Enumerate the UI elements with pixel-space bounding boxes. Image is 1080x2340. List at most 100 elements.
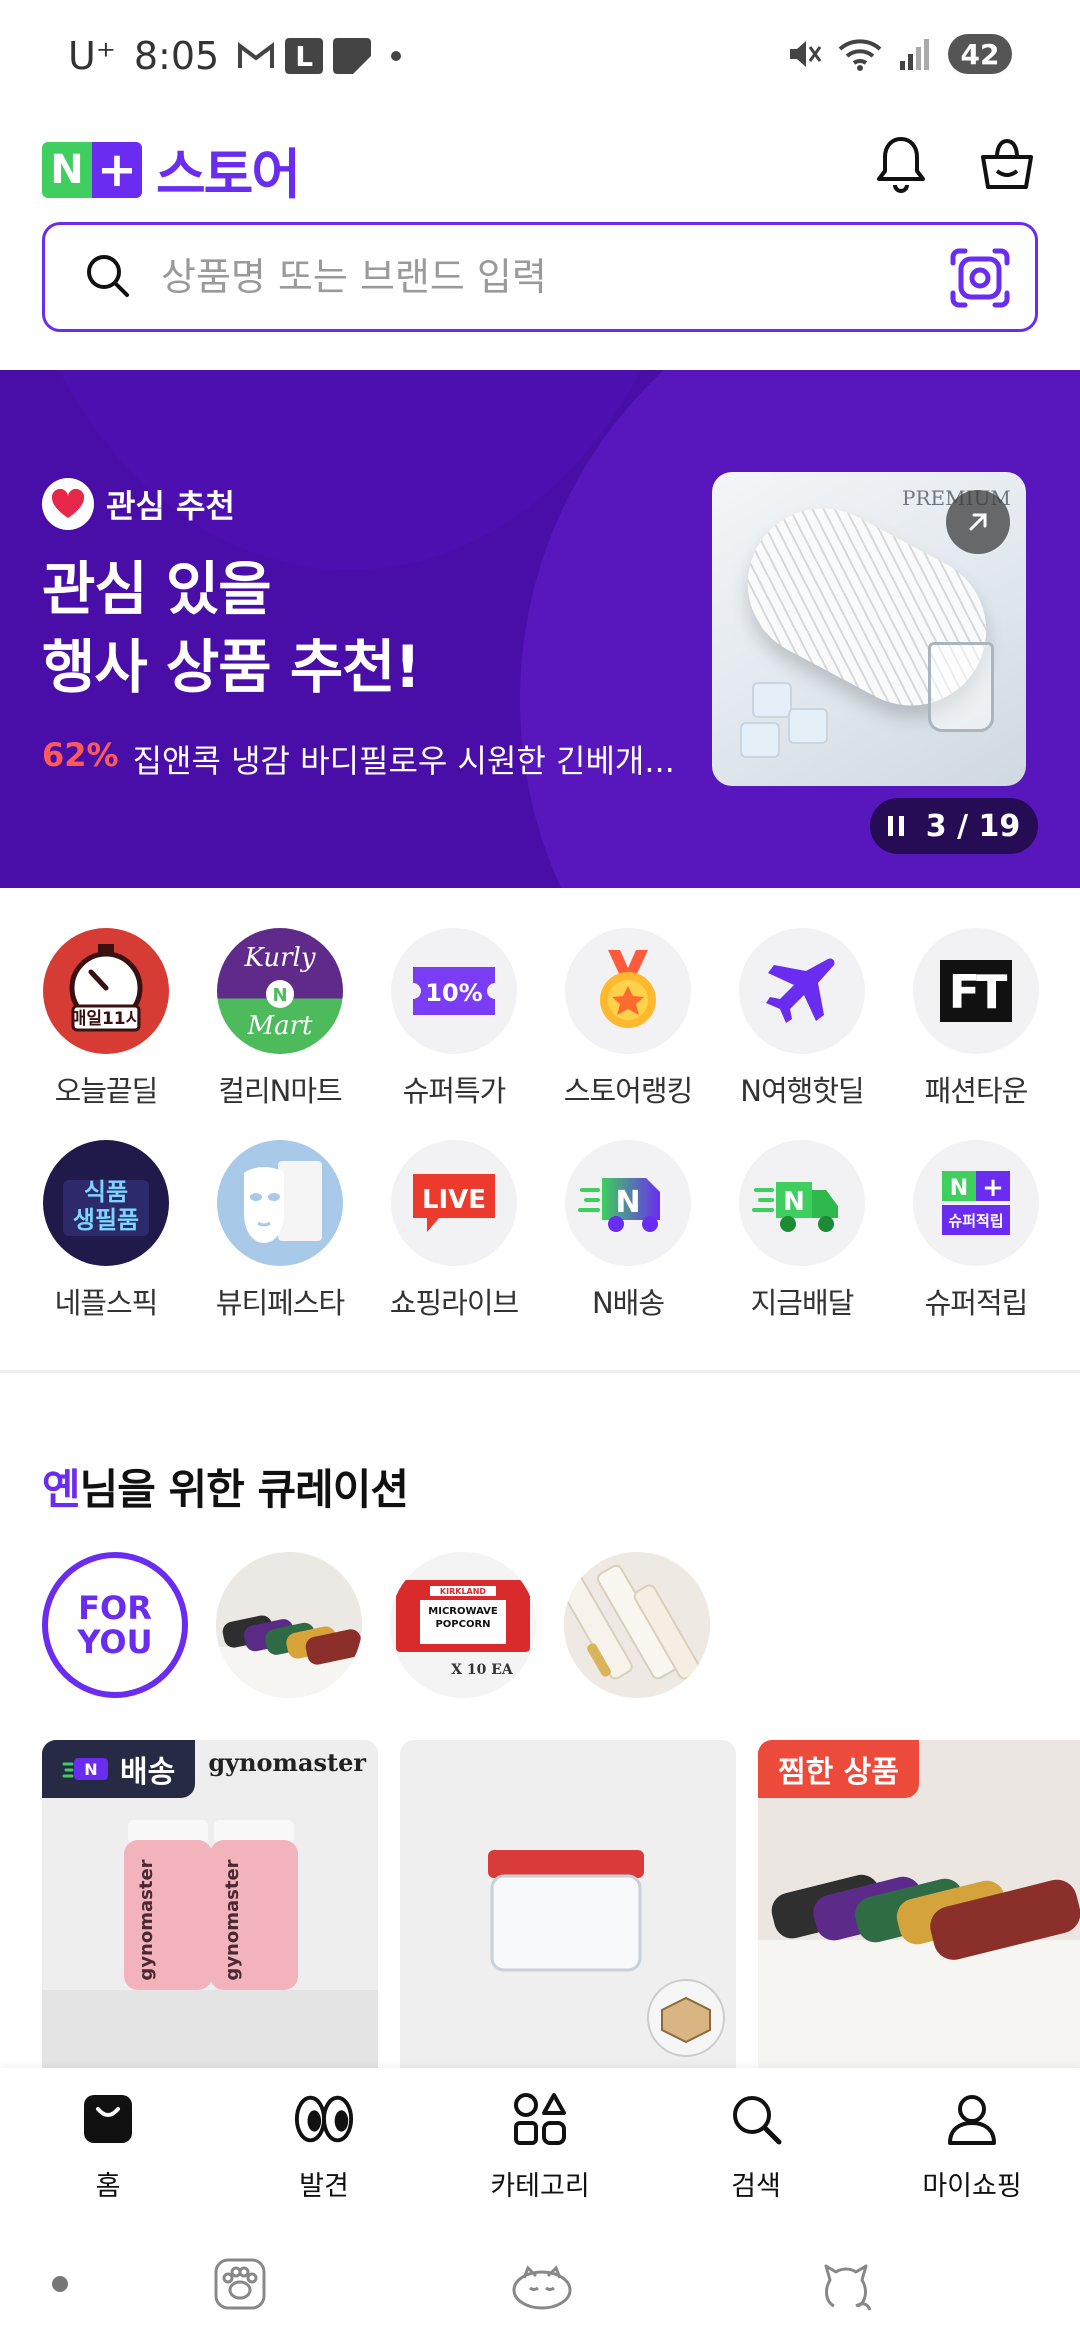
nplus-store-logo[interactable]: N + 스토어 xyxy=(42,130,301,209)
banner-tag: 관심 추천 xyxy=(42,478,235,530)
search-bar[interactable] xyxy=(42,222,1038,332)
banner-tag-label: 관심 추천 xyxy=(106,487,235,525)
cart-button[interactable] xyxy=(972,128,1042,198)
coupon-text: 10% xyxy=(425,979,482,1007)
shortcut-super-sale[interactable]: 10% 슈퍼특가 xyxy=(364,928,544,1110)
search-icon xyxy=(87,255,129,297)
kurly-text: Kurly xyxy=(243,943,315,973)
shortcut-label: 지금배달 xyxy=(750,1286,855,1320)
curation-filters: FOR YOU KIRKLAND MICROWAVE POPCORN X 10 EA xyxy=(42,1552,710,1698)
n-delivery-truck-icon: N xyxy=(565,1140,691,1266)
arrow-up-right-icon xyxy=(969,513,987,531)
nav-label: 발견 xyxy=(299,2171,349,2202)
camera-lens-search-icon[interactable] xyxy=(949,247,1011,309)
logo-n: N xyxy=(42,141,92,198)
shortcut-now-delivery[interactable]: N 지금배달 xyxy=(712,1140,892,1322)
badge-n-text: N xyxy=(84,1760,97,1779)
ice-cube xyxy=(788,708,828,744)
bottom-navigation: 홈 발견 카테고리 검색 마이쇼핑 xyxy=(0,2068,1080,2230)
banner-open-button[interactable] xyxy=(946,490,1010,554)
shortcut-beauty-festa[interactable]: 뷰티페스타 xyxy=(190,1140,370,1322)
kurly-mart-icon: Kurly N Mart xyxy=(217,928,343,1054)
popcorn-text: POPCORN xyxy=(435,1619,490,1630)
shortcut-super-points[interactable]: N + 슈퍼적립 슈퍼적립 xyxy=(886,1140,1066,1322)
nav-label: 마이쇼핑 xyxy=(922,2171,1022,2202)
alarm-clock-icon: 매일11시 xyxy=(43,928,169,1054)
cat-back-icon[interactable] xyxy=(816,2252,876,2312)
shopping-basket-icon xyxy=(981,138,1033,189)
section-divider xyxy=(0,1370,1080,1373)
bell-icon xyxy=(877,137,925,193)
shortcut-shopping-live[interactable]: LIVE 쇼핑라이브 xyxy=(364,1140,544,1322)
logo-plus: + xyxy=(92,141,142,198)
signal-icon xyxy=(900,39,929,70)
nav-search[interactable]: 검색 xyxy=(656,2088,856,2203)
clock: 8:05 xyxy=(133,34,220,78)
bottle-label-text: gynomaster xyxy=(136,1859,157,1980)
shortcut-n-travel[interactable]: N여행핫딜 xyxy=(712,928,892,1110)
n-delivery-badge: N 배송 xyxy=(42,1740,196,1798)
shortcut-label: 뷰티페스타 xyxy=(215,1286,345,1320)
nav-my-shopping[interactable]: 마이쇼핑 xyxy=(872,2088,1072,2203)
paw-button-icon[interactable] xyxy=(212,2256,268,2312)
for-you-text: YOU xyxy=(77,1623,153,1661)
heart-icon xyxy=(42,478,94,530)
shortcut-label: N배송 xyxy=(591,1286,665,1320)
face-mask-icon xyxy=(217,1140,343,1266)
shortcut-label: N여행핫딜 xyxy=(740,1074,864,1108)
product-card[interactable]: 찜한 상품 xyxy=(758,1740,1080,2070)
shortcut-n-delivery[interactable]: N N배송 xyxy=(538,1140,718,1322)
banner-title-line: 관심 있을 xyxy=(42,555,272,623)
app-header: N + 스토어 xyxy=(0,118,1080,218)
product-name: 집앤콕 냉감 바디필로우 시원한 긴베개... xyxy=(132,742,675,780)
coupon-icon: 10% xyxy=(391,928,517,1054)
promo-banner[interactable]: 관심 추천 관심 있을 행사 상품 추천! 62% 집앤콕 냉감 바디필로우 시… xyxy=(0,370,1080,888)
popcorn-thumbnail: KIRKLAND MICROWAVE POPCORN X 10 EA xyxy=(390,1552,536,1698)
shortcut-kurly-mart[interactable]: Kurly N Mart 컬리N마트 xyxy=(190,928,370,1110)
shortcut-fashion-town[interactable]: FT 패션타운 xyxy=(886,928,1066,1110)
wifi-icon xyxy=(838,39,882,71)
mute-icon xyxy=(790,41,822,67)
curation-chip-rollers[interactable] xyxy=(564,1552,710,1698)
shortcut-today-deal[interactable]: 매일11시 오늘끝딜 xyxy=(16,928,196,1110)
shortcut-label: 슈퍼특가 xyxy=(402,1074,507,1108)
curation-chip-pillows[interactable] xyxy=(216,1552,362,1698)
shortcut-label: 쇼핑라이브 xyxy=(389,1286,519,1320)
battery-indicator: 42 xyxy=(948,34,1012,74)
pillows-thumbnail xyxy=(216,1552,362,1698)
shortcut-neples-pick[interactable]: 식품 생필품 네플스픽 xyxy=(16,1140,196,1322)
banner-page-counter: 3 / 19 xyxy=(925,808,1021,844)
curation-chip-popcorn[interactable]: KIRKLAND MICROWAVE POPCORN X 10 EA xyxy=(390,1552,536,1698)
now-delivery-text: N xyxy=(783,1187,805,1217)
product-card[interactable] xyxy=(400,1740,736,2070)
nav-label: 홈 xyxy=(95,2171,121,2202)
curation-title: 옌님을 위한 큐레이션 xyxy=(42,1456,409,1517)
profile-icon xyxy=(941,2088,1003,2150)
banner-pager[interactable]: 3 / 19 xyxy=(870,798,1038,854)
shortcut-label: 네플스픽 xyxy=(54,1286,159,1320)
banner-title: 관심 있을 행사 상품 추천! xyxy=(42,550,421,706)
notification-bell-button[interactable] xyxy=(866,128,936,198)
nav-home[interactable]: 홈 xyxy=(8,2088,208,2203)
now-delivery-truck-icon: N xyxy=(739,1140,865,1266)
sleeping-cat-icon[interactable] xyxy=(510,2256,574,2312)
nav-discover[interactable]: 발견 xyxy=(224,2088,424,2203)
search-input[interactable] xyxy=(161,255,921,299)
product-card[interactable]: gynomaster gynomaster N 배송 gynomaster xyxy=(42,1740,378,2070)
rollers-thumbnail xyxy=(564,1552,710,1698)
pause-icon[interactable] xyxy=(887,816,904,836)
shortcut-store-ranking[interactable]: 스토어랭킹 xyxy=(538,928,718,1110)
wishlist-badge: 찜한 상품 xyxy=(758,1740,919,1798)
essentials-text: 생필품 xyxy=(73,1206,139,1234)
home-bag-icon xyxy=(77,2088,139,2150)
badge-label: 배송 xyxy=(120,1755,176,1790)
airplane-icon xyxy=(739,928,865,1054)
search-icon xyxy=(725,2088,787,2150)
nav-category[interactable]: 카테고리 xyxy=(440,2088,640,2203)
shortcut-label: 컬리N마트 xyxy=(218,1074,342,1108)
for-you-chip[interactable]: FOR YOU xyxy=(42,1552,188,1698)
points-n-text: N xyxy=(950,1176,968,1201)
nav-label: 카테고리 xyxy=(490,2171,590,2202)
n-delivery-text: N xyxy=(615,1185,640,1220)
menu-dot-icon[interactable] xyxy=(52,2276,68,2292)
